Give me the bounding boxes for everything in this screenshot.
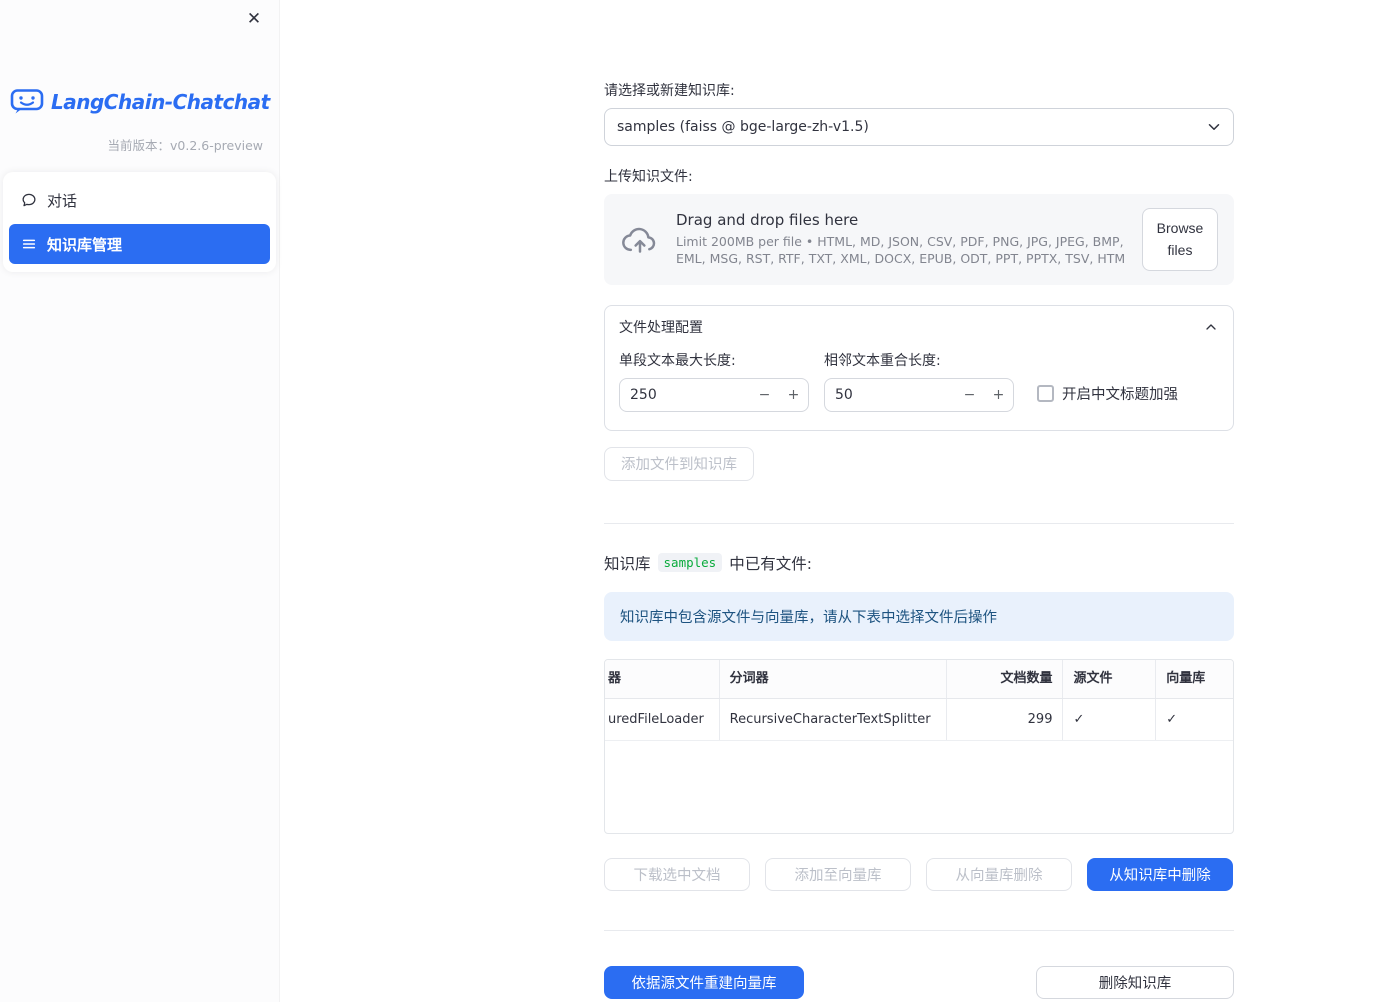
expander-title: 文件处理配置 [619, 319, 703, 336]
kb-select-label: 请选择或新建知识库: [604, 83, 735, 99]
app-title: LangChain-Chatchat [51, 89, 270, 114]
max-length-label: 单段文本最大长度: [619, 352, 736, 369]
table-cell-loader[interactable]: uredFileLoader [605, 698, 720, 740]
logo-chat-icon [10, 88, 44, 115]
version-label: 当前版本：v0.2.6-preview [107, 138, 264, 153]
plus-icon[interactable]: + [779, 379, 808, 411]
uploader-limit-text: Limit 200MB per file • HTML, MD, JSON, C… [676, 234, 1126, 266]
chat-bubble-icon [21, 192, 37, 208]
table-header-cell[interactable]: 向量库 [1156, 660, 1233, 698]
list-icon [21, 236, 37, 252]
kb-files-prefix: 知识库 [604, 554, 651, 573]
table-header-cell[interactable]: 源文件 [1063, 659, 1157, 698]
plus-icon[interactable]: + [984, 379, 1013, 411]
kb-files-suffix: 中已有文件: [729, 554, 812, 573]
table-header-row: 器 分词器 文档数量 源文件 向量库 [605, 659, 1233, 699]
info-banner: 知识库中包含源文件与向量库，请从下表中选择文件后操作 [604, 591, 1234, 641]
divider [604, 522, 1234, 524]
table-cell-splitter[interactable]: RecursiveCharacterTextSplitter [720, 698, 947, 740]
file-uploader-dropzone[interactable]: Drag and drop files here Limit 200MB per… [604, 194, 1234, 285]
download-selected-button[interactable]: 下载选中文档 [604, 857, 750, 891]
sidebar-close-icon[interactable]: ✕ [241, 6, 267, 32]
sidebar-item-kb-management[interactable]: 知识库管理 [9, 224, 270, 264]
sidebar-item-dialogue[interactable]: 对话 [9, 180, 270, 220]
logo: LangChain-Chatchat [0, 88, 279, 115]
kb-select[interactable]: samples (faiss @ bge-large-zh-v1.5) [604, 108, 1234, 146]
table-cell-source-check[interactable]: ✓ [1063, 698, 1157, 740]
kb-select-value: samples (faiss @ bge-large-zh-v1.5) [617, 119, 869, 135]
max-length-input[interactable]: − + [619, 377, 809, 412]
kb-name-code: samples [657, 553, 723, 573]
table-header-cell[interactable]: 分词器 [720, 659, 947, 698]
add-to-vectorstore-button[interactable]: 添加至向量库 [765, 857, 911, 891]
file-action-buttons: 下载选中文档 添加至向量库 从向量库删除 从知识库中删除 [604, 857, 1234, 891]
overlap-value[interactable] [825, 386, 955, 403]
minus-icon[interactable]: − [750, 379, 779, 411]
cloud-upload-icon [620, 222, 660, 256]
sidebar-item-label: 对话 [47, 191, 78, 210]
zh-title-checkbox-group[interactable]: 开启中文标题加强 [1037, 383, 1178, 404]
file-config-expander: 文件处理配置 单段文本最大长度: − + 相邻文本重合长度: [604, 304, 1234, 431]
overlap-input[interactable]: − + [824, 377, 1014, 412]
kb-files-table[interactable]: 器 分词器 文档数量 源文件 向量库 uredFileLoader Recurs… [604, 658, 1234, 834]
minus-icon[interactable]: − [955, 379, 984, 411]
table-header-cell[interactable]: 文档数量 [947, 659, 1064, 698]
file-config-expander-header[interactable]: 文件处理配置 [605, 306, 1233, 348]
upload-label: 上传知识文件: [604, 169, 693, 185]
table-row[interactable]: uredFileLoader RecursiveCharacterTextSpl… [605, 698, 1233, 741]
browse-files-button[interactable]: Browse files [1142, 208, 1218, 271]
delete-from-vectorstore-button[interactable]: 从向量库删除 [926, 857, 1072, 891]
kb-action-buttons: 依据源文件重建向量库 删除知识库 [604, 965, 1234, 999]
add-files-to-kb-button[interactable]: 添加文件到知识库 [604, 446, 754, 481]
table-cell-vector-check[interactable]: ✓ [1156, 699, 1233, 740]
sidebar-menu: 对话 知识库管理 [3, 172, 276, 272]
checkbox-icon[interactable] [1037, 384, 1054, 402]
kb-files-heading: 知识库 samples 中已有文件: [604, 552, 1234, 574]
chevron-up-icon [1203, 319, 1219, 335]
delete-kb-button[interactable]: 删除知识库 [1036, 965, 1234, 999]
rebuild-vectorstore-button[interactable]: 依据源文件重建向量库 [604, 965, 804, 999]
sidebar: ✕ LangChain-Chatchat 当前版本：v0.2.6-preview… [0, 0, 280, 1002]
delete-from-kb-button[interactable]: 从知识库中删除 [1087, 857, 1233, 891]
sidebar-item-label: 知识库管理 [47, 235, 123, 254]
divider [604, 929, 1234, 931]
uploader-drag-text: Drag and drop files here [676, 211, 859, 230]
table-cell-doc-count[interactable]: 299 [947, 698, 1064, 740]
overlap-label: 相邻文本重合长度: [824, 352, 941, 369]
max-length-value[interactable] [620, 386, 750, 403]
chevron-down-icon [1205, 118, 1223, 136]
main-area: 请选择或新建知识库: samples (faiss @ bge-large-zh… [280, 0, 1380, 1002]
zh-title-checkbox-label: 开启中文标题加强 [1062, 386, 1178, 403]
table-header-cell[interactable]: 器 [605, 659, 720, 698]
